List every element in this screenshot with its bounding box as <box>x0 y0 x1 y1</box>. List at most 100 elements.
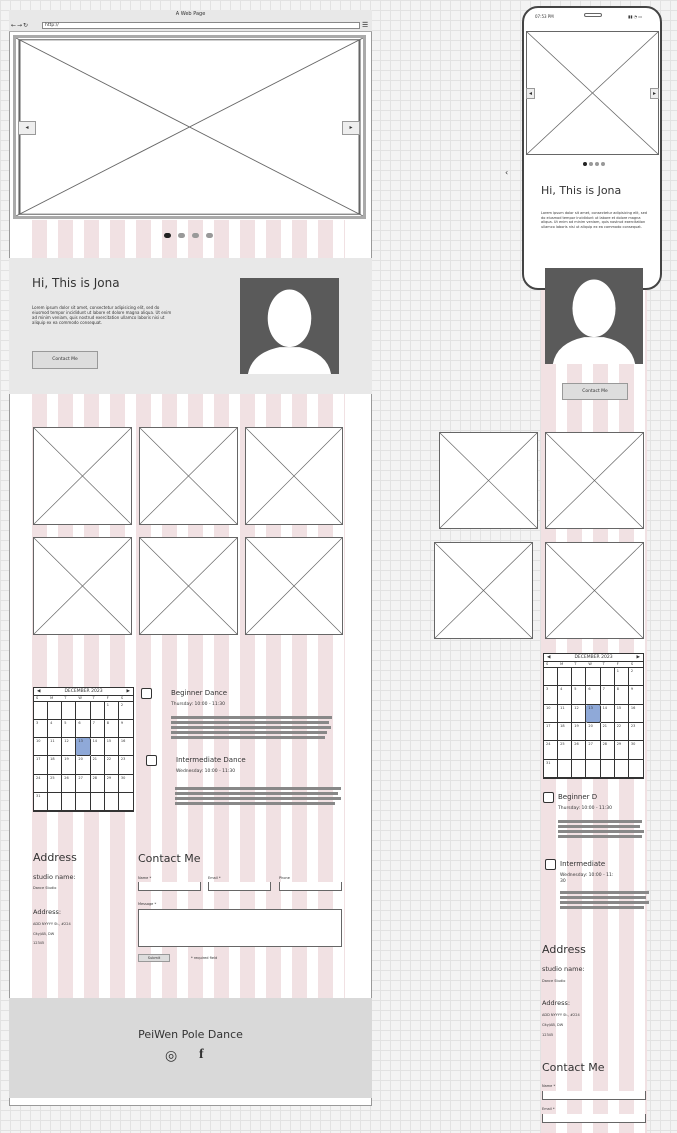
mobile-class-checkbox-beginner[interactable] <box>543 792 554 803</box>
mobile-calendar-day-cell[interactable]: 18 <box>558 723 573 742</box>
calendar-day-cell[interactable]: 5 <box>62 720 77 739</box>
calendar-day-cell[interactable]: 24 <box>34 774 49 793</box>
carousel-next-button[interactable]: ▸ <box>342 121 360 135</box>
calendar-grid[interactable]: 1 2 3 4 5 6 7 8 9 10 11 12 13 14 15 16 17 18 19 20 21 22 23 24 2… <box>34 702 133 811</box>
gallery-image-2[interactable] <box>139 427 238 525</box>
gallery-image-3[interactable] <box>245 427 343 525</box>
calendar-next-icon[interactable]: ▶ <box>127 688 130 696</box>
calendar-day-cell[interactable]: 11 <box>48 738 63 757</box>
calendar-day-cell[interactable]: 20 <box>76 756 91 775</box>
calendar-day-cell[interactable]: 9 <box>118 720 133 739</box>
calendar-day-cell[interactable]: 30 <box>118 775 133 793</box>
mobile-calendar-day-cell[interactable]: 16 <box>628 705 643 723</box>
mobile-gallery-image-4[interactable] <box>545 542 644 639</box>
mobile-calendar-day-cell[interactable]: 27 <box>586 741 601 760</box>
mobile-calendar-day-cell[interactable]: 12 <box>572 704 587 723</box>
submit-button[interactable]: Submit <box>138 954 170 962</box>
email-input[interactable] <box>208 882 271 891</box>
mobile-calendar-day-cell[interactable]: 29 <box>614 741 629 760</box>
calendar-day-cell[interactable]: 21 <box>90 756 105 775</box>
mobile-calendar-day-cell[interactable]: 8 <box>614 686 629 705</box>
gallery-image-5[interactable] <box>139 537 238 635</box>
mobile-calendar-grid[interactable]: 1 2 3 4 5 6 7 8 9 10 11 12 13 14 15 16 17 18 19 20 21 22 23 24 2… <box>544 668 643 778</box>
calendar-day-cell[interactable]: 14 <box>90 738 105 757</box>
mobile-calendar-day-cell[interactable]: 15 <box>614 704 629 723</box>
mobile-calendar-prev-icon[interactable]: ◀ <box>547 654 550 662</box>
calendar-day-cell[interactable]: 18 <box>48 756 63 775</box>
mobile-calendar-day-cell[interactable]: 7 <box>600 686 615 705</box>
gallery-image-1[interactable] <box>33 427 132 525</box>
mobile-calendar-day-cell[interactable]: 28 <box>600 741 615 760</box>
calendar-day-cell[interactable]: 10 <box>34 738 49 757</box>
phone-input[interactable] <box>279 882 342 891</box>
mobile-calendar-day-cell[interactable]: 24 <box>544 741 559 760</box>
mobile-calendar-day-cell[interactable]: 4 <box>558 686 573 705</box>
mobile-carousel-next-button[interactable]: ▸ <box>650 88 659 99</box>
mobile-calendar-day-cell[interactable]: 25 <box>558 741 573 760</box>
calendar-day-cell[interactable]: 17 <box>34 756 49 775</box>
mobile-class-checkbox-intermediate[interactable] <box>545 859 556 870</box>
mobile-calendar-day-cell[interactable]: 17 <box>544 723 559 742</box>
name-input[interactable] <box>138 882 201 891</box>
mobile-calendar-day-cell[interactable]: 10 <box>544 704 559 723</box>
carousel-dot-2[interactable] <box>178 233 185 238</box>
mobile-carousel-dot-1[interactable] <box>583 162 587 166</box>
mobile-calendar-day-cell[interactable]: 1 <box>614 668 629 687</box>
hamburger-menu-icon[interactable]: ☰ <box>362 21 368 29</box>
gallery-image-6[interactable] <box>245 537 343 635</box>
mobile-calendar-day-cell[interactable]: 2 <box>628 668 643 687</box>
carousel-prev-button[interactable]: ◂ <box>18 121 36 135</box>
mobile-calendar-day-cell[interactable]: 23 <box>628 723 643 742</box>
class-checkbox-beginner[interactable] <box>141 688 152 699</box>
mobile-class-calendar[interactable]: ◀ DECEMBER 2023 ▶ SMTWTFS 1 2 3 4 5 6 7 8 9 10 11 1… <box>543 653 644 779</box>
gallery-image-4[interactable] <box>33 537 132 635</box>
calendar-day-cell[interactable]: 23 <box>118 756 133 775</box>
facebook-icon[interactable]: f <box>199 1047 204 1063</box>
mobile-calendar-day-cell[interactable]: 19 <box>572 723 587 742</box>
browser-nav-icons[interactable]: ←→↻ <box>11 22 29 29</box>
address-bar[interactable]: http:// <box>42 22 360 29</box>
mobile-carousel-dot-3[interactable] <box>595 162 599 166</box>
calendar-day-cell[interactable]: 6 <box>76 720 91 739</box>
class-calendar[interactable]: ◀ DECEMBER 2023 ▶ SMTWTFS 1 2 3 4 5 6 7 8 9 10 11 1… <box>33 687 134 812</box>
carousel-dot-4[interactable] <box>206 233 213 238</box>
mobile-calendar-day-cell[interactable]: 22 <box>614 723 629 742</box>
mobile-calendar-day-cell[interactable]: 14 <box>600 704 615 723</box>
mobile-gallery-image-1[interactable] <box>439 432 538 529</box>
mobile-gallery-image-3[interactable] <box>434 542 533 639</box>
calendar-day-cell[interactable]: 16 <box>118 738 133 757</box>
calendar-day-cell[interactable]: 25 <box>48 774 63 793</box>
mobile-calendar-day-cell[interactable]: 31 <box>544 759 559 778</box>
calendar-day-cell[interactable]: 19 <box>62 756 77 775</box>
mobile-contact-me-button[interactable]: Contact Me <box>562 383 628 400</box>
calendar-day-cell[interactable]: 22 <box>104 756 119 775</box>
mobile-calendar-day-cell[interactable]: 5 <box>572 686 587 705</box>
calendar-day-cell[interactable]: 28 <box>90 774 105 793</box>
calendar-day-cell[interactable]: 3 <box>34 720 49 739</box>
mobile-carousel-dot-4[interactable] <box>601 162 605 166</box>
mobile-carousel-dot-2[interactable] <box>589 162 593 166</box>
class-checkbox-intermediate[interactable] <box>146 755 157 766</box>
calendar-day-cell[interactable]: 29 <box>104 774 119 793</box>
mobile-calendar-day-cell[interactable]: 3 <box>544 686 559 705</box>
message-textarea[interactable] <box>138 909 342 947</box>
back-arrow-icon[interactable]: ‹ <box>505 168 508 177</box>
mobile-calendar-day-cell[interactable]: 13 <box>586 704 601 723</box>
calendar-day-cell[interactable]: 13 <box>76 738 91 757</box>
calendar-day-cell[interactable]: 4 <box>48 720 63 739</box>
mobile-calendar-day-cell[interactable]: 6 <box>586 686 601 705</box>
mobile-calendar-day-cell[interactable]: 26 <box>572 741 587 760</box>
contact-me-button[interactable]: Contact Me <box>32 351 98 369</box>
calendar-day-cell[interactable]: 27 <box>76 774 91 793</box>
calendar-day-cell[interactable]: 8 <box>104 720 119 739</box>
calendar-day-cell[interactable]: 1 <box>104 702 119 721</box>
mobile-name-input[interactable] <box>542 1091 646 1100</box>
mobile-email-input[interactable] <box>542 1114 646 1123</box>
mobile-calendar-day-cell[interactable]: 20 <box>586 723 601 742</box>
carousel-dot-1[interactable] <box>164 233 171 238</box>
mobile-calendar-day-cell[interactable]: 11 <box>558 704 573 723</box>
mobile-calendar-day-cell[interactable]: 21 <box>600 723 615 742</box>
mobile-carousel-prev-button[interactable]: ◂ <box>526 88 535 99</box>
mobile-calendar-day-cell[interactable]: 30 <box>628 741 643 760</box>
calendar-day-cell[interactable]: 26 <box>62 774 77 793</box>
